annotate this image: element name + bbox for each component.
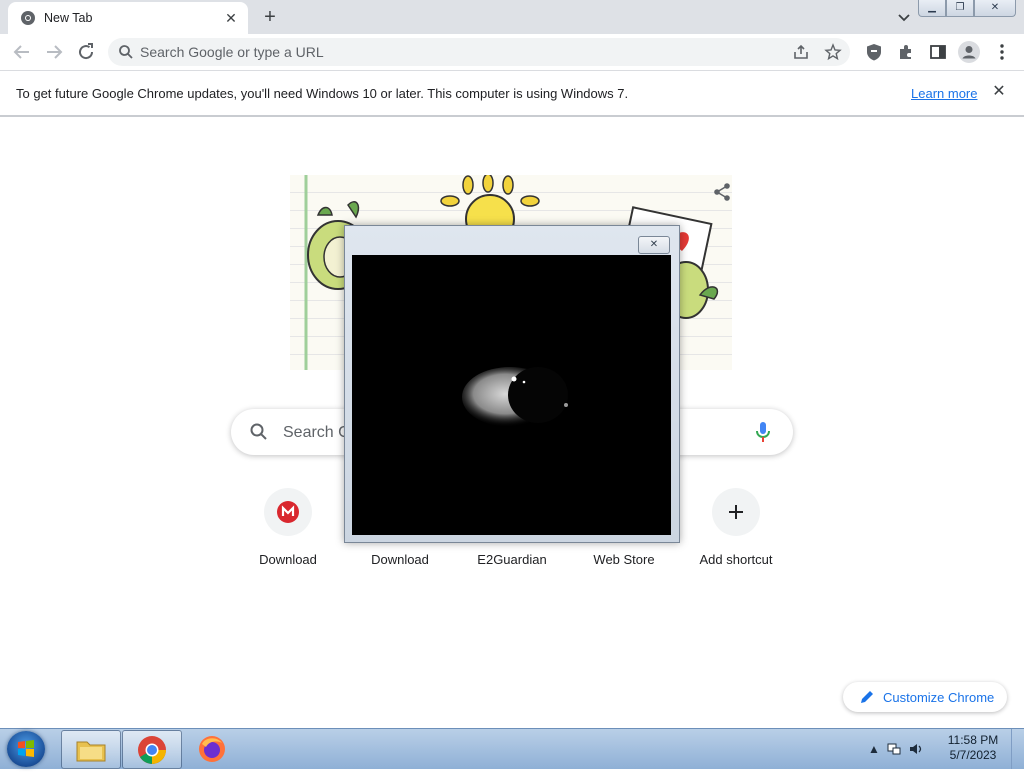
close-window-button[interactable]: ✕ bbox=[974, 0, 1016, 17]
learn-more-link[interactable]: Learn more bbox=[911, 86, 977, 101]
pencil-icon bbox=[861, 691, 873, 703]
mega-icon bbox=[277, 501, 299, 523]
customize-chrome-label: Customize Chrome bbox=[883, 690, 995, 705]
star-icon[interactable] bbox=[824, 43, 842, 61]
profile-avatar-icon[interactable] bbox=[958, 41, 980, 63]
system-tray: ▲ bbox=[868, 739, 924, 759]
taskbar-google-chrome[interactable] bbox=[122, 730, 182, 769]
infobar-message: To get future Google Chrome updates, you… bbox=[16, 86, 629, 101]
side-panel-icon[interactable] bbox=[928, 42, 948, 62]
shortcut-download-mega[interactable]: Download bbox=[232, 488, 344, 578]
plus-icon bbox=[729, 505, 743, 519]
new-tab-button[interactable]: + bbox=[258, 5, 282, 29]
firefox-icon bbox=[199, 735, 225, 762]
floating-video-window[interactable]: ✕ bbox=[344, 225, 680, 543]
ublock-shield-icon[interactable] bbox=[864, 42, 884, 62]
search-icon bbox=[119, 45, 133, 59]
chrome-icon bbox=[21, 11, 35, 25]
chevron-down-icon[interactable] bbox=[894, 7, 914, 27]
network-icon[interactable] bbox=[886, 741, 902, 757]
taskbar-firefox[interactable] bbox=[183, 730, 241, 767]
more-menu-icon[interactable] bbox=[992, 42, 1012, 62]
update-infobar: To get future Google Chrome updates, you… bbox=[0, 71, 1024, 117]
omnibox[interactable] bbox=[108, 38, 850, 66]
share-icon[interactable] bbox=[792, 43, 810, 61]
search-icon bbox=[250, 423, 267, 440]
chrome-icon bbox=[138, 735, 166, 764]
windows-taskbar: ▲ 11:58 PM 5/7/2023 bbox=[0, 728, 1024, 769]
clock-time: 11:58 PM bbox=[947, 733, 999, 747]
folder-icon bbox=[76, 741, 106, 761]
popup-close-button[interactable]: ✕ bbox=[638, 236, 670, 254]
omnibox-input[interactable] bbox=[140, 38, 760, 66]
tab-new-tab[interactable]: New Tab ✕ bbox=[8, 2, 248, 34]
tab-strip: New Tab ✕ + ▁ ❐ ✕ bbox=[0, 0, 1024, 34]
browser-toolbar bbox=[0, 34, 1024, 71]
microphone-icon[interactable] bbox=[753, 421, 773, 443]
windows-logo-icon bbox=[18, 740, 34, 757]
shortcut-tile bbox=[712, 488, 760, 536]
taskbar-windows-explorer[interactable] bbox=[61, 730, 121, 769]
forward-icon[interactable] bbox=[42, 40, 66, 64]
reload-icon[interactable] bbox=[74, 40, 98, 64]
back-icon[interactable] bbox=[10, 40, 34, 64]
extensions-puzzle-icon[interactable] bbox=[896, 42, 916, 62]
shortcut-add[interactable]: Add shortcut bbox=[680, 488, 792, 578]
start-button[interactable] bbox=[7, 731, 45, 767]
doodle-share-icon[interactable] bbox=[712, 182, 732, 202]
volume-icon[interactable] bbox=[908, 741, 924, 757]
tab-title: New Tab bbox=[44, 11, 93, 25]
video-frame bbox=[352, 255, 671, 535]
minimize-button[interactable]: ▁ bbox=[918, 0, 946, 17]
shortcut-label: E2Guardian bbox=[477, 552, 547, 567]
clock-date: 5/7/2023 bbox=[949, 748, 997, 762]
shortcut-label: Add shortcut bbox=[699, 552, 773, 567]
show-hidden-icons-icon[interactable]: ▲ bbox=[868, 742, 880, 756]
tab-close-icon[interactable]: ✕ bbox=[222, 9, 240, 27]
shortcut-label: Web Store bbox=[593, 552, 655, 567]
eye-image bbox=[462, 367, 568, 427]
restore-button[interactable]: ❐ bbox=[946, 0, 974, 17]
customize-chrome-button[interactable]: Customize Chrome bbox=[843, 682, 1007, 712]
window-controls: ▁ ❐ ✕ bbox=[918, 0, 1016, 18]
show-desktop-button[interactable] bbox=[1011, 729, 1024, 769]
infobar-close-icon[interactable]: ✕ bbox=[990, 83, 1008, 101]
shortcut-label: Download bbox=[259, 552, 317, 567]
shortcut-tile bbox=[264, 488, 312, 536]
shortcut-label: Download bbox=[371, 552, 429, 567]
system-clock[interactable]: 11:58 PM 5/7/2023 bbox=[938, 733, 1008, 763]
